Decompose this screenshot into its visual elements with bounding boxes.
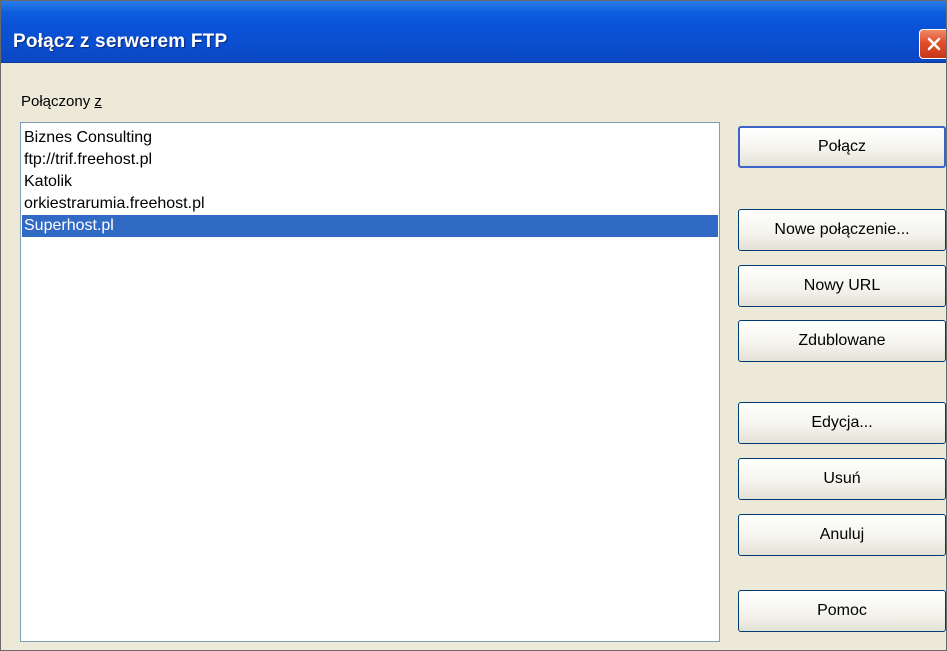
list-item-orkiestrarumia[interactable]: orkiestrarumia.freehost.pl [22,193,718,215]
list-item-ftp-trif[interactable]: ftp://trif.freehost.pl [22,149,718,171]
cancel-button[interactable]: Anuluj [738,514,946,556]
connections-label: Połączony z [21,93,102,110]
delete-button[interactable]: Usuń [738,458,946,500]
list-item-biznes-consulting[interactable]: Biznes Consulting [22,127,718,149]
list-item-katolik[interactable]: Katolik [22,171,718,193]
connections-label-text: Połączony [21,93,95,110]
connections-list[interactable]: Biznes Consulting ftp://trif.freehost.pl… [20,122,720,642]
window-title: Połącz z serwerem FTP [13,31,228,52]
title-bar[interactable]: Połącz z serwerem FTP [1,1,946,63]
ftp-connect-dialog: Połącz z serwerem FTP Połączony z Biznes… [0,0,947,651]
new-connection-button[interactable]: Nowe połączenie... [738,209,946,251]
connect-button[interactable]: Połącz [738,126,946,168]
connections-label-accelerator: z [94,93,102,110]
help-button[interactable]: Pomoc [738,590,946,632]
new-url-button[interactable]: Nowy URL [738,265,946,307]
edit-button[interactable]: Edycja... [738,402,946,444]
list-item-superhost[interactable]: Superhost.pl [22,215,718,237]
close-button[interactable] [919,29,946,59]
duplicate-button[interactable]: Zdublowane [738,320,946,362]
